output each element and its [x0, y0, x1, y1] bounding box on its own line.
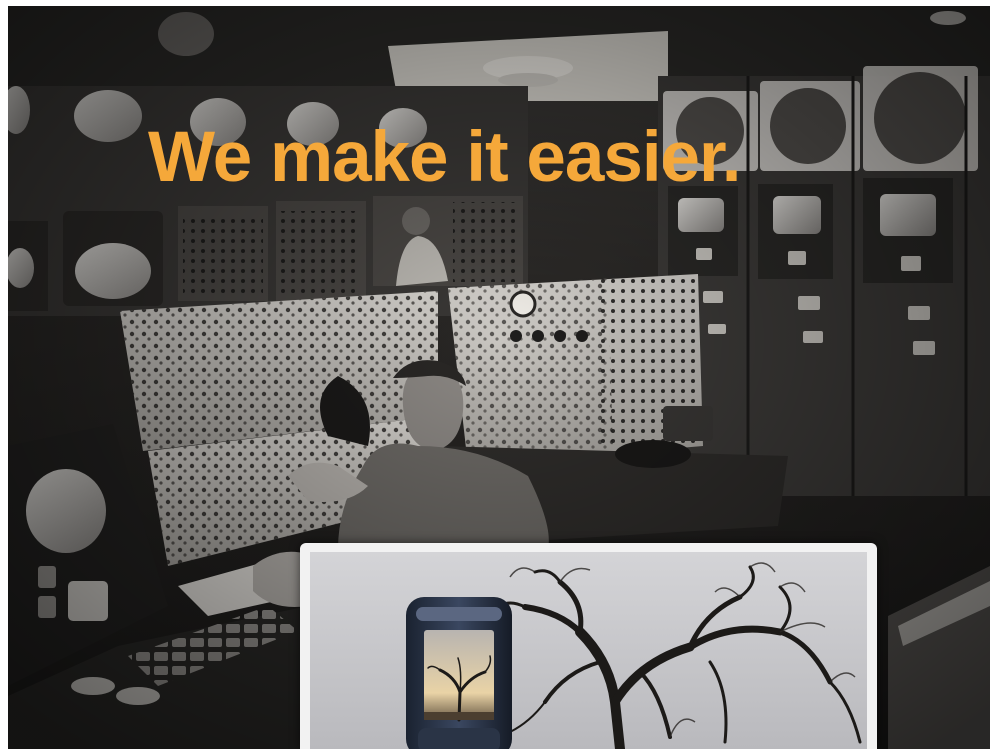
inset-photo [310, 552, 867, 749]
headline: We make it easier. [148, 118, 741, 197]
phone-and-tree-illustration [310, 552, 867, 749]
slide: We make it easier. [0, 0, 990, 749]
inset-photo-card [300, 543, 877, 749]
